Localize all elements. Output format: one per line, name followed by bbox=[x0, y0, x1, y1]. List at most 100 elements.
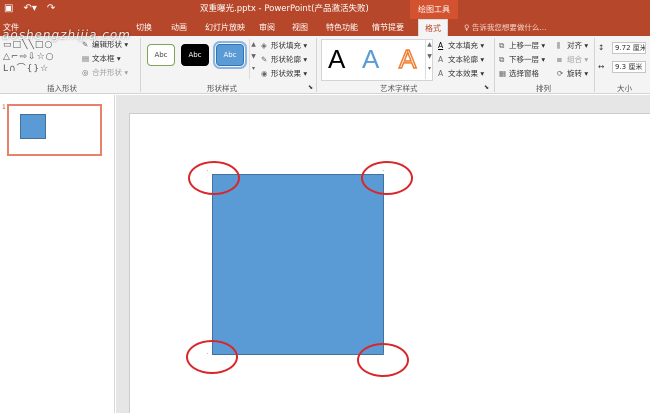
wordart-gallery[interactable]: A A A bbox=[321, 39, 433, 81]
group-label: 组合 bbox=[567, 55, 582, 64]
merge-shapes-button[interactable]: ◎ 合并形状 ▾ bbox=[82, 67, 128, 78]
slide-thumbnail[interactable] bbox=[7, 104, 102, 156]
selection-pane-icon: ▦ bbox=[499, 69, 507, 78]
redo-icon[interactable]: ↷ bbox=[47, 3, 55, 15]
group-divider bbox=[140, 38, 141, 92]
effects-icon: ◉ bbox=[261, 69, 268, 78]
more-icon[interactable]: ▾ bbox=[250, 63, 257, 75]
tab-featured[interactable]: 特色功能 bbox=[326, 19, 358, 36]
wordart-style-orange-outline[interactable]: A bbox=[398, 43, 417, 75]
arrow-shape-icon[interactable]: ⇨ bbox=[19, 52, 28, 62]
text-box-label: 文本框 bbox=[92, 54, 115, 63]
rotate-button[interactable]: ⟳ 旋转 ▾ bbox=[557, 68, 588, 79]
text-outline-icon: A bbox=[438, 55, 444, 64]
undo-icon[interactable]: ↶▾ bbox=[23, 3, 36, 15]
text-fill-button[interactable]: A 文本填充 ▾ bbox=[438, 40, 484, 51]
send-backward-button[interactable]: ⧉ 下移一层 ▾ bbox=[499, 54, 545, 65]
wordart-style-black[interactable]: A bbox=[328, 43, 345, 75]
send-backward-label: 下移一层 bbox=[509, 55, 539, 64]
tab-review[interactable]: 审阅 bbox=[259, 19, 275, 36]
arrange-group-label: 排列 bbox=[536, 84, 551, 93]
lightbulb-icon: ♀ bbox=[464, 23, 470, 32]
shape-effects-button[interactable]: ◉ 形状效果 ▾ bbox=[261, 68, 307, 79]
text-outline-button[interactable]: A 文本轮廓 ▾ bbox=[438, 54, 484, 65]
pen-icon: ✎ bbox=[261, 55, 268, 64]
wordart-gallery-scroll[interactable]: ▲ ▼ ▾ bbox=[425, 39, 433, 79]
merge-shapes-label: 合并形状 bbox=[92, 68, 122, 77]
tab-animations[interactable]: 动画 bbox=[171, 19, 187, 36]
width-field[interactable]: 9.3 厘米 bbox=[612, 61, 646, 73]
text-outline-label: 文本轮廓 bbox=[448, 55, 478, 64]
chevron-up-icon[interactable]: ▲ bbox=[250, 39, 257, 51]
tab-transitions[interactable]: 切换 bbox=[136, 19, 152, 36]
shapes-gallery[interactable]: ▭□╲╲□○ △⌐⇨⇩☆○ ᒪ∩⌒{}☆ bbox=[3, 39, 73, 77]
text-fill-label: 文本填充 bbox=[448, 41, 478, 50]
document-title: 双重曝光.pptx - PowerPoint(产品激活失败) bbox=[200, 4, 369, 14]
tell-me-text: 告诉我您想要做什么... bbox=[471, 23, 547, 32]
align-button[interactable]: ⫼ 对齐 ▾ bbox=[557, 40, 588, 51]
chevron-up-icon[interactable]: ▲ bbox=[426, 39, 433, 51]
blue-rectangle-shape[interactable] bbox=[212, 174, 384, 355]
shape-style-preset-black[interactable]: Abc bbox=[181, 44, 209, 66]
bring-forward-icon: ⧉ bbox=[499, 41, 505, 50]
text-effects-button[interactable]: A 文本效果 ▾ bbox=[438, 68, 484, 79]
star-shape-icon[interactable]: ☆ bbox=[37, 52, 46, 62]
tab-slide-show[interactable]: 幻灯片放映 bbox=[205, 19, 245, 36]
save-icon[interactable]: ▣ bbox=[4, 3, 13, 15]
corner-highlight-circle bbox=[361, 161, 413, 195]
width-icon: ↔ bbox=[598, 62, 605, 71]
oval-shape-icon[interactable]: ○ bbox=[46, 52, 55, 62]
shape-effects-label: 形状效果 bbox=[271, 69, 301, 78]
chevron-down-icon[interactable]: ▼ bbox=[250, 51, 257, 63]
bring-forward-button[interactable]: ⧉ 上移一层 ▾ bbox=[499, 40, 545, 51]
text-effects-label: 文本效果 bbox=[448, 69, 478, 78]
arrow-shape-icon[interactable]: ⇩ bbox=[28, 52, 37, 62]
shape-outline-button[interactable]: ✎ 形状轮廓 ▾ bbox=[261, 54, 307, 65]
shape-fill-button[interactable]: ◈ 形状填充 ▾ bbox=[261, 40, 307, 51]
shape-style-preset-blue[interactable]: Abc bbox=[213, 41, 247, 69]
tell-me-search[interactable]: ♀ 告诉我您想要做什么... bbox=[464, 19, 547, 36]
quick-access-toolbar: ▣ ↶▾ ↷ bbox=[4, 3, 55, 15]
tab-format[interactable]: 格式 bbox=[418, 19, 448, 36]
align-label: 对齐 bbox=[567, 41, 582, 50]
wordart-style-blue[interactable]: A bbox=[362, 43, 379, 75]
curve-shape-icon[interactable]: ∩ bbox=[9, 64, 17, 74]
title-bar: ▣ ↶▾ ↷ 双重曝光.pptx - PowerPoint(产品激活失败) 绘图… bbox=[0, 0, 650, 19]
shape-styles-gallery-scroll[interactable]: ▲ ▼ ▾ bbox=[249, 39, 257, 79]
chevron-down-icon[interactable]: ▼ bbox=[426, 51, 433, 63]
shape-fill-label: 形状填充 bbox=[271, 41, 301, 50]
group-divider bbox=[494, 38, 495, 92]
text-fill-icon: A bbox=[438, 41, 444, 50]
more-icon[interactable]: ▾ bbox=[426, 63, 433, 75]
drawing-tools-context-label: 绘图工具 bbox=[410, 0, 458, 19]
dialog-launcher-icon[interactable]: ⬊ bbox=[484, 82, 489, 93]
shape-style-preset-white[interactable]: Abc bbox=[147, 44, 175, 66]
align-icon: ⫼ bbox=[557, 41, 561, 50]
star-shape-icon[interactable]: ☆ bbox=[40, 64, 49, 74]
curve-shape-icon[interactable]: ⌒ bbox=[17, 64, 27, 74]
group-button[interactable]: ⧈ 组合 ▾ bbox=[557, 54, 588, 65]
corner-highlight-circle bbox=[357, 343, 409, 377]
dialog-launcher-icon[interactable]: ⬊ bbox=[308, 82, 313, 93]
text-box-button[interactable]: ▤ 文本框 ▾ bbox=[82, 53, 121, 64]
tab-view[interactable]: 视图 bbox=[292, 19, 308, 36]
rotate-label: 旋转 bbox=[567, 69, 582, 78]
tab-storyboard[interactable]: 情节提要 bbox=[372, 19, 404, 36]
paint-bucket-icon: ◈ bbox=[261, 41, 267, 50]
rotate-icon: ⟳ bbox=[557, 69, 564, 78]
bring-forward-label: 上移一层 bbox=[509, 41, 539, 50]
corner-highlight-circle bbox=[188, 161, 240, 195]
shape-outline-label: 形状轮廓 bbox=[271, 55, 301, 64]
shape-styles-group-label: 形状样式 bbox=[207, 84, 237, 93]
thumbnail-rectangle bbox=[20, 114, 46, 139]
text-box-icon: ▤ bbox=[82, 54, 90, 63]
ribbon: ▭□╲╲□○ △⌐⇨⇩☆○ ᒪ∩⌒{}☆ ✎ 编辑形状 ▾ ▤ 文本框 ▾ ◎ 合并形… bbox=[0, 36, 650, 94]
triangle-shape-icon[interactable]: △ bbox=[3, 52, 11, 62]
selection-pane-button[interactable]: ▦ 选择窗格 bbox=[499, 68, 539, 79]
height-icon: ↕ bbox=[598, 43, 605, 52]
wordart-styles-group-label: 艺术字样式 bbox=[380, 84, 418, 93]
size-group-label: 大小 bbox=[617, 84, 632, 93]
height-field[interactable]: 9.72 厘米 bbox=[612, 42, 646, 54]
send-backward-icon: ⧉ bbox=[499, 55, 505, 64]
group-divider bbox=[594, 38, 595, 92]
